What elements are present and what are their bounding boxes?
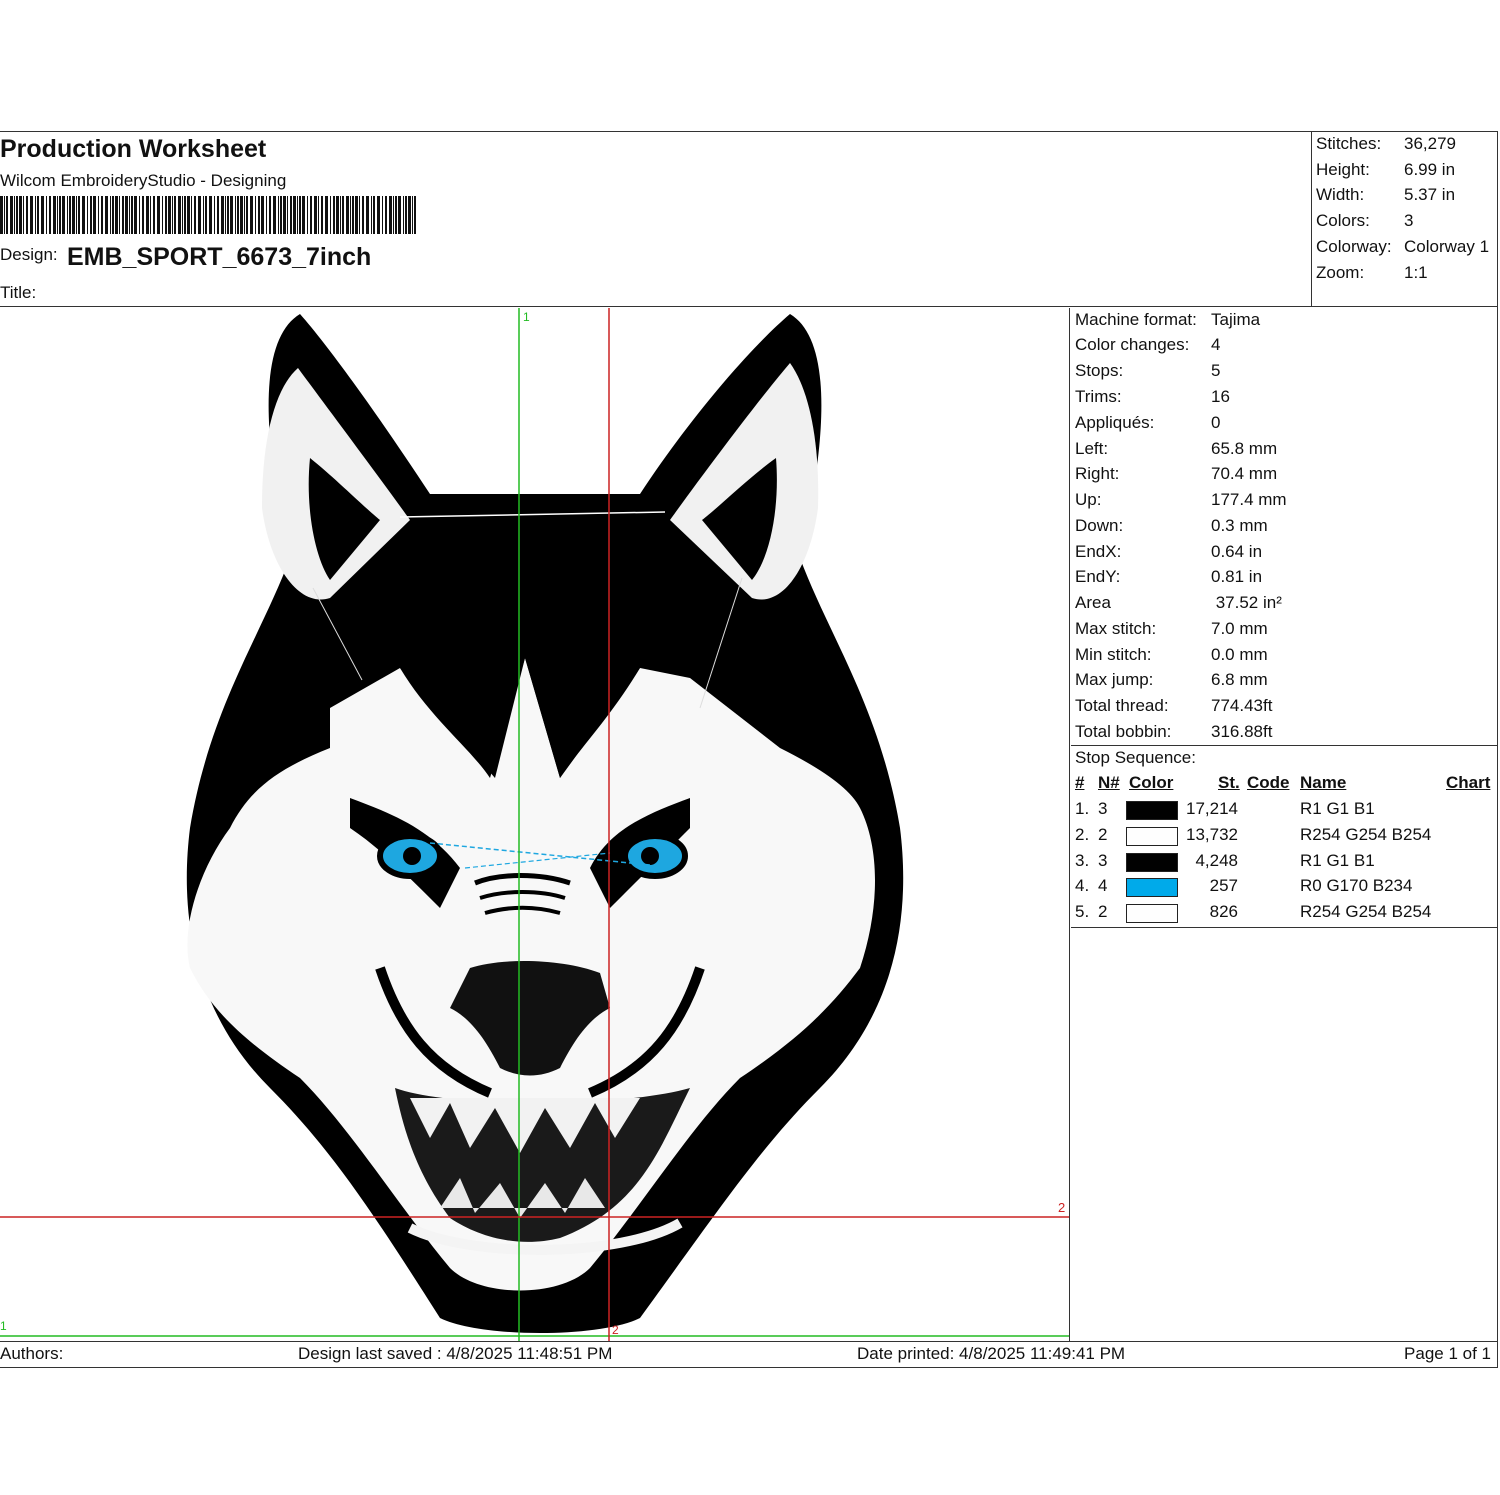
wolf-embroidery-design: 1 1 2 2 [0, 308, 1069, 1341]
col-header-stitches: St. [1218, 773, 1240, 792]
color-swatch [1126, 904, 1178, 923]
barcode [0, 196, 416, 234]
machine-info-panel: Machine format: Tajima Color changes: 4 St… [1071, 308, 1497, 1341]
worksheet-footer: Authors: Design last saved : 4/8/2025 11… [0, 1341, 1497, 1368]
summary-row: Colorway: Colorway 1 [1316, 237, 1490, 256]
summary-row: Zoom: 1:1 [1316, 263, 1428, 282]
color-swatch [1126, 801, 1178, 820]
info-row: Trims: 16 [1075, 387, 1230, 406]
green-guide-label-top: 1 [523, 310, 530, 324]
worksheet: Production Worksheet Wilcom EmbroiderySt… [0, 131, 1498, 1368]
info-row: Total thread: 774.43ft [1075, 696, 1273, 715]
info-row: Min stitch: 0.0 mm [1075, 645, 1268, 664]
page-number: Page 1 of 1 [1404, 1344, 1491, 1363]
color-swatch [1126, 827, 1178, 846]
design-preview-canvas: 1 1 2 2 [0, 308, 1070, 1341]
stop-row: 4. 4 257 R0 G170 B234 [1075, 876, 1413, 897]
info-row: Stops: 5 [1075, 361, 1221, 380]
divider [1071, 745, 1497, 746]
red-guide-label-right: 2 [1058, 1200, 1065, 1215]
info-row: Appliqués: 0 [1075, 413, 1221, 432]
worksheet-header: Production Worksheet Wilcom EmbroiderySt… [0, 132, 1497, 307]
stop-row: 3. 3 4,248 R1 G1 B1 [1075, 851, 1375, 872]
col-header-chart: Chart [1446, 773, 1491, 792]
info-row: Total bobbin: 316.88ft [1075, 722, 1273, 741]
info-row: Up: 177.4 mm [1075, 490, 1287, 509]
info-row: Area 37.52 in² [1075, 593, 1282, 612]
summary-panel: Stitches: 36,279 Height: 6.99 in Width: 5.3… [1311, 132, 1497, 306]
color-swatch [1126, 878, 1178, 897]
last-saved: Design last saved : 4/8/2025 11:48:51 PM [298, 1344, 613, 1363]
info-row: Right: 70.4 mm [1075, 464, 1278, 483]
col-header-name: Name [1300, 773, 1347, 792]
red-guide-label-bottom: 2 [612, 1323, 619, 1337]
summary-row: Stitches: 36,279 [1316, 134, 1456, 153]
date-printed: Date printed: 4/8/2025 11:49:41 PM [857, 1344, 1126, 1363]
info-row: Color changes: 4 [1075, 335, 1221, 354]
divider [1071, 927, 1497, 928]
info-row: Down: 0.3 mm [1075, 516, 1268, 535]
stop-row: 2. 2 13,732 R254 G254 B254 [1075, 825, 1432, 846]
info-row: Machine format: Tajima [1075, 310, 1261, 329]
col-header-color: Color [1129, 773, 1174, 792]
color-swatch [1126, 853, 1178, 872]
info-row: Max jump: 6.8 mm [1075, 670, 1268, 689]
title-label: Title: [0, 283, 37, 302]
design-name: EMB_SPORT_6673_7inch [67, 243, 372, 271]
info-row: Left: 65.8 mm [1075, 439, 1278, 458]
summary-row: Width: 5.37 in [1316, 185, 1456, 204]
stop-row: 5. 2 826 R254 G254 B254 [1075, 902, 1432, 923]
col-header-code: Code [1247, 773, 1290, 792]
stop-sequence-title: Stop Sequence: [1075, 748, 1196, 767]
design-label: Design: [0, 245, 58, 264]
col-header-needle: N# [1098, 773, 1120, 792]
info-row: Max stitch: 7.0 mm [1075, 619, 1268, 638]
summary-row: Colors: 3 [1316, 211, 1414, 230]
authors-label: Authors: [0, 1344, 64, 1363]
info-row: EndX: 0.64 in [1075, 542, 1263, 561]
green-guide-label-left: 1 [0, 1319, 7, 1333]
summary-row: Height: 6.99 in [1316, 160, 1456, 179]
col-header-num: # [1075, 773, 1085, 792]
stop-row: 1. 3 17,214 R1 G1 B1 [1075, 799, 1375, 820]
worksheet-title: Production Worksheet [0, 135, 267, 163]
info-row: EndY: 0.81 in [1075, 567, 1263, 586]
software-name: Wilcom EmbroideryStudio - Designing [0, 171, 287, 190]
